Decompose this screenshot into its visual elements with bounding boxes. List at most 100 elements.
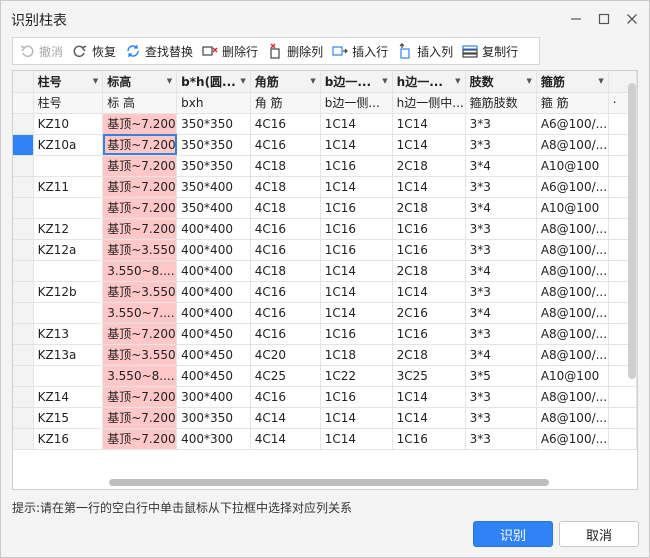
column-mapping-dropdown[interactable]: 角筋 ▼ [250,71,321,93]
table-cell[interactable]: 3*3 [465,239,537,261]
row-header-cell[interactable] [13,323,34,345]
redo-button[interactable]: 恢复 [72,39,116,63]
table-cell[interactable]: 3C25 [392,365,466,387]
table-cell[interactable]: KZ12 [33,218,104,240]
table-cell[interactable]: 4C16 [250,323,321,345]
table-cell[interactable]: 4C18 [250,197,321,219]
table-cell[interactable]: 2C18 [392,155,466,177]
row-header-cell[interactable] [13,155,34,177]
row-header-cell[interactable] [13,407,34,429]
table-cell[interactable]: 3*3 [465,218,537,240]
table-cell[interactable]: 基顶~3.550 [102,281,178,303]
table-cell[interactable]: A8@100/... [536,407,609,429]
table-cell[interactable]: KZ10a [33,134,104,156]
table-cell[interactable]: 350*400 [176,176,251,198]
table-cell[interactable]: 1C14 [320,302,393,324]
table-cell[interactable]: 4C18 [250,155,321,177]
table-cell[interactable]: 350*350 [176,155,251,177]
table-cell[interactable]: 400*450 [176,323,251,345]
table-cell[interactable]: 1C16 [320,323,393,345]
table-cell[interactable]: 4C18 [250,176,321,198]
table-cell[interactable]: 1C16 [320,239,393,261]
table-cell[interactable]: 1C14 [320,176,393,198]
table-cell[interactable]: 1C14 [320,428,393,450]
row-header-cell[interactable] [13,260,34,282]
table-cell[interactable]: 400*400 [176,260,251,282]
recognize-button[interactable]: 识别 [473,521,553,547]
table-cell[interactable]: 1C14 [392,113,466,135]
table-cell[interactable]: 350*350 [176,113,251,135]
table-cell[interactable]: 4C16 [250,281,321,303]
table-cell[interactable]: 1C16 [320,197,393,219]
table-cell[interactable]: 4C25 [250,365,321,387]
table-cell[interactable] [33,197,104,219]
column-mapping-dropdown[interactable]: b边一... ▼ [320,71,393,93]
table-cell[interactable]: 4C14 [250,428,321,450]
column-table-grid[interactable]: 柱号 ▼ 标高 ▼ b*h(圆... ▼ 角筋 ▼ b边一... ▼ h边一... ▼ 肢数 ▼ 箍筋 ▼ 柱号… [12,70,638,490]
column-mapping-dropdown[interactable]: 标高 ▼ [102,71,178,93]
find-replace-button[interactable]: 查找替换 [125,39,193,63]
row-header-cell[interactable] [13,134,34,156]
table-cell[interactable]: A6@100/... [536,176,609,198]
table-cell[interactable]: 2C16 [392,302,466,324]
table-cell[interactable]: 3*4 [465,197,537,219]
table-cell[interactable]: 3*3 [465,281,537,303]
table-cell[interactable]: 3*5 [465,365,537,387]
table-cell[interactable]: A8@100/... [536,344,609,366]
row-header-cell[interactable] [13,428,34,450]
table-cell[interactable]: 基顶~7.200 [102,155,178,177]
table-cell[interactable]: 4C16 [250,134,321,156]
row-header-cell[interactable] [13,344,34,366]
table-cell[interactable]: 3.550~7.... [102,302,178,324]
table-cell[interactable]: 基顶~7.200 [102,218,178,240]
close-button[interactable] [621,8,643,30]
table-cell[interactable]: KZ14 [33,386,104,408]
table-cell[interactable]: 400*450 [176,365,251,387]
column-mapping-dropdown[interactable]: h边一... ▼ [392,71,466,93]
table-cell[interactable]: 3*3 [465,386,537,408]
table-cell[interactable]: 1C14 [392,176,466,198]
table-cell[interactable]: 1C14 [392,386,466,408]
insert-column-button[interactable]: 插入列 [397,39,453,63]
row-header-cell[interactable] [13,386,34,408]
minimize-button[interactable] [565,8,587,30]
table-cell[interactable]: 400*450 [176,344,251,366]
table-cell[interactable]: 3*3 [465,113,537,135]
table-cell[interactable]: A10@100 [536,365,609,387]
table-cell[interactable]: 400*400 [176,281,251,303]
table-cell[interactable]: KZ13a [33,344,104,366]
maximize-button[interactable] [593,8,615,30]
insert-row-button[interactable]: 插入行 [332,39,388,63]
vertical-scrollbar[interactable] [628,83,636,379]
table-cell[interactable]: 3.550~8.... [102,260,178,282]
table-cell[interactable]: A6@100/... [536,113,609,135]
table-cell[interactable]: 基顶~7.200 [102,407,178,429]
table-cell[interactable] [33,302,104,324]
table-cell[interactable]: KZ16 [33,428,104,450]
table-cell[interactable]: 基顶~3.550 [102,344,178,366]
table-cell[interactable]: 300*350 [176,407,251,429]
table-cell[interactable]: 4C16 [250,302,321,324]
table-cell[interactable]: A8@100/... [536,281,609,303]
table-cell[interactable]: 4C16 [250,218,321,240]
table-cell[interactable]: 4C14 [250,407,321,429]
table-cell[interactable]: 4C16 [250,239,321,261]
row-header-cell[interactable] [13,113,34,135]
table-cell[interactable]: 4C20 [250,344,321,366]
table-cell[interactable] [33,260,104,282]
table-cell[interactable]: 4C18 [250,260,321,282]
table-cell[interactable]: KZ11 [33,176,104,198]
table-cell[interactable]: 400*400 [176,239,251,261]
table-cell[interactable] [33,155,104,177]
table-cell[interactable]: 基顶~7.200 [102,428,178,450]
table-cell[interactable] [33,365,104,387]
table-cell[interactable]: A8@100/... [536,323,609,345]
table-cell[interactable]: 基顶~7.200 [102,197,178,219]
table-cell[interactable]: 1C14 [392,407,466,429]
table-cell[interactable]: 2C18 [392,197,466,219]
table-cell[interactable]: A8@100/... [536,260,609,282]
table-cell[interactable]: 1C14 [320,134,393,156]
table-cell[interactable]: A8@100/... [536,302,609,324]
table-cell[interactable]: 1C18 [320,344,393,366]
column-mapping-dropdown[interactable]: 箍筋 ▼ [536,71,609,93]
